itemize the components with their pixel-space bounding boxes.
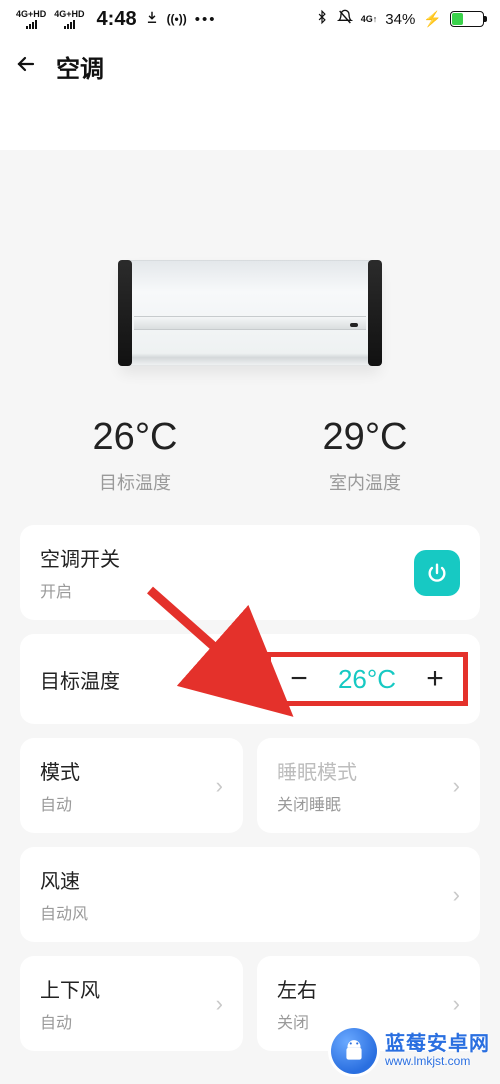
target-temp-control-highlight: − 26°C + bbox=[266, 652, 468, 706]
signal-1: 4G+HD bbox=[16, 10, 46, 29]
power-state: 开启 bbox=[40, 578, 120, 602]
sleep-title: 睡眠模式 bbox=[277, 756, 357, 785]
bolt-icon: ⚡ bbox=[423, 10, 442, 28]
battery-pct: 34% bbox=[385, 11, 415, 28]
mode-card[interactable]: 模式 自动 › bbox=[20, 738, 243, 833]
navbar-subtitle-area bbox=[0, 94, 500, 150]
watermark-brand: 蓝莓安卓网 bbox=[385, 1033, 490, 1055]
swing-v-title: 上下风 bbox=[40, 974, 100, 1003]
swing-h-title: 左右 bbox=[277, 974, 317, 1003]
swing-v-value: 自动 bbox=[40, 1009, 100, 1033]
sleep-value: 关闭睡眠 bbox=[277, 791, 357, 815]
back-button[interactable] bbox=[14, 52, 38, 81]
target-temp-label: 目标温度 bbox=[40, 665, 120, 694]
power-card[interactable]: 空调开关 开启 bbox=[20, 525, 480, 620]
chevron-right-icon: › bbox=[453, 991, 460, 1017]
power-button[interactable] bbox=[414, 550, 460, 596]
temp-decrease-button[interactable]: − bbox=[277, 659, 321, 699]
status-clock: 4:48 bbox=[97, 8, 137, 31]
mode-value: 自动 bbox=[40, 791, 80, 815]
fan-speed-card[interactable]: 风速 自动风 › bbox=[20, 847, 480, 942]
network-type: 4G↑ bbox=[361, 15, 378, 24]
sleep-mode-card[interactable]: 睡眠模式 关闭睡眠 › bbox=[257, 738, 480, 833]
fan-title: 风速 bbox=[40, 865, 88, 894]
chevron-right-icon: › bbox=[216, 773, 223, 799]
room-temp-display: 29°C 室内温度 bbox=[323, 416, 408, 495]
more-icon: ••• bbox=[195, 11, 217, 28]
battery-icon bbox=[450, 11, 484, 27]
page-title: 空调 bbox=[56, 49, 104, 84]
dnd-icon bbox=[337, 9, 353, 29]
temp-increase-button[interactable]: + bbox=[413, 659, 457, 699]
chevron-right-icon: › bbox=[453, 773, 460, 799]
target-temp-display: 26°C 目标温度 bbox=[93, 416, 178, 495]
chevron-right-icon: › bbox=[216, 991, 223, 1017]
ac-illustration bbox=[120, 260, 380, 366]
mode-title: 模式 bbox=[40, 756, 80, 785]
navbar: 空调 bbox=[0, 38, 500, 94]
target-temp-value: 26°C bbox=[331, 664, 403, 695]
fan-value: 自动风 bbox=[40, 900, 88, 924]
watermark-url: www.lmkjst.com bbox=[385, 1055, 490, 1068]
watermark: 蓝莓安卓网 www.lmkjst.com bbox=[331, 1028, 490, 1074]
chevron-right-icon: › bbox=[453, 882, 460, 908]
target-temp-card: 目标温度 − 26°C + bbox=[20, 634, 480, 724]
signal-2: 4G+HD bbox=[54, 10, 84, 29]
swing-vertical-card[interactable]: 上下风 自动 › bbox=[20, 956, 243, 1051]
hotspot-icon: ((•)) bbox=[167, 12, 187, 26]
bluetooth-icon bbox=[315, 9, 329, 29]
status-bar: 4G+HD 4G+HD 4:48 ((•)) ••• 4G↑ 34% ⚡ bbox=[0, 0, 500, 38]
download-icon bbox=[145, 10, 159, 28]
watermark-logo-icon bbox=[331, 1028, 377, 1074]
swing-h-value: 关闭 bbox=[277, 1009, 317, 1033]
power-title: 空调开关 bbox=[40, 543, 120, 572]
